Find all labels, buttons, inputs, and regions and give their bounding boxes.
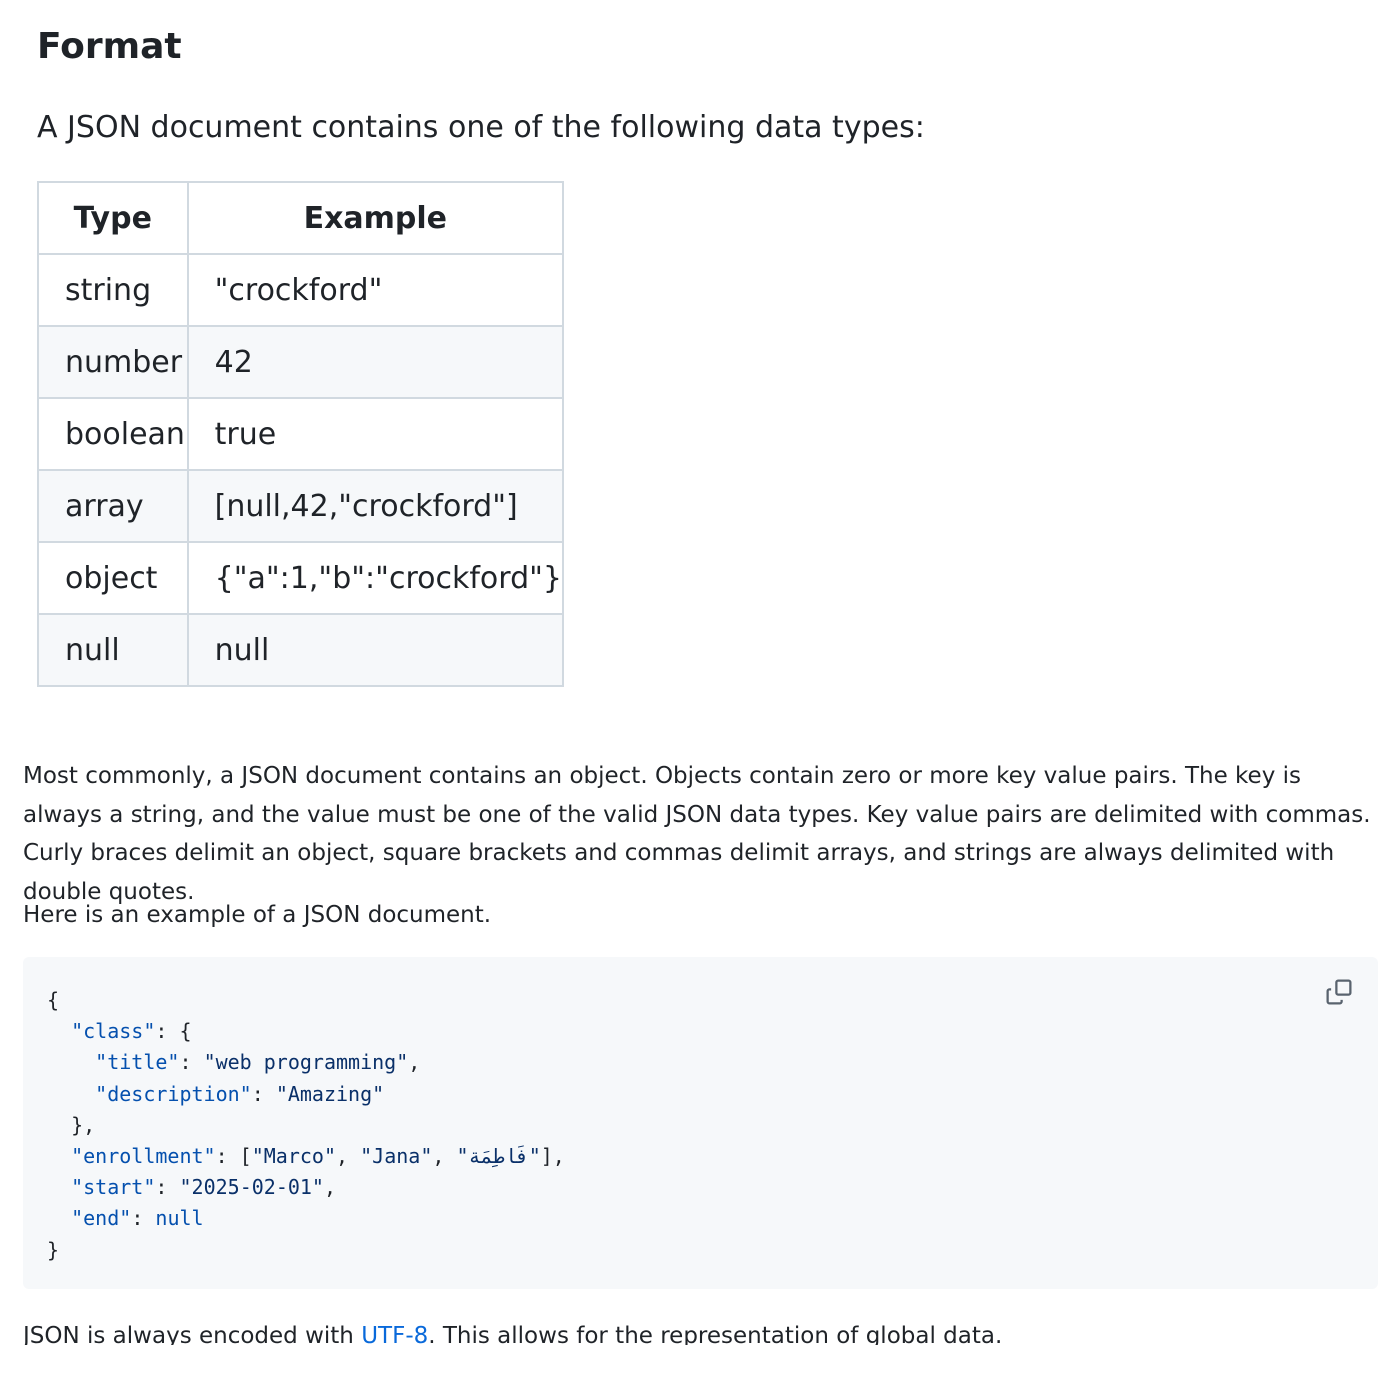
table-row: string "crockford" (37, 253, 565, 327)
example-cell: 42 (186, 325, 565, 399)
table-header-row: Type Example (37, 181, 565, 255)
intro-paragraph: A JSON document contains one of the foll… (37, 110, 925, 145)
column-header-example: Example (186, 181, 565, 255)
example-cell: {"a":1,"b":"crockford"} (186, 541, 565, 615)
object-description-paragraph: Most commonly, a JSON document contains … (23, 763, 1371, 905)
example-intro-paragraph: Here is an example of a JSON document. (23, 902, 492, 928)
data-types-table: Type Example string "crockford" number 4… (37, 181, 565, 687)
viewport-bottom-edge (0, 1345, 1385, 1375)
section-heading: Format (37, 26, 182, 67)
json-code[interactable]: { "class": { "title": "web programming",… (47, 985, 565, 1266)
type-cell: string (37, 253, 189, 327)
column-header-type: Type (37, 181, 189, 255)
example-cell: [null,42,"crockford"] (186, 469, 565, 543)
type-cell: null (37, 613, 189, 687)
example-cell: "crockford" (186, 253, 565, 327)
table-row: boolean true (37, 397, 565, 471)
copy-icon (1326, 979, 1352, 1005)
table-row: number 42 (37, 325, 565, 399)
code-block[interactable]: { "class": { "title": "web programming",… (23, 957, 1378, 1289)
example-cell: true (186, 397, 565, 471)
type-cell: array (37, 469, 189, 543)
table-row: array [null,42,"crockford"] (37, 469, 565, 543)
copy-button[interactable] (1322, 975, 1356, 1009)
example-cell: null (186, 613, 565, 687)
table-row: null null (37, 613, 565, 687)
type-cell: boolean (37, 397, 189, 471)
type-cell: number (37, 325, 189, 399)
table-row: object {"a":1,"b":"crockford"} (37, 541, 565, 615)
type-cell: object (37, 541, 189, 615)
document-page: Format A JSON document contains one of t… (0, 0, 1385, 1375)
